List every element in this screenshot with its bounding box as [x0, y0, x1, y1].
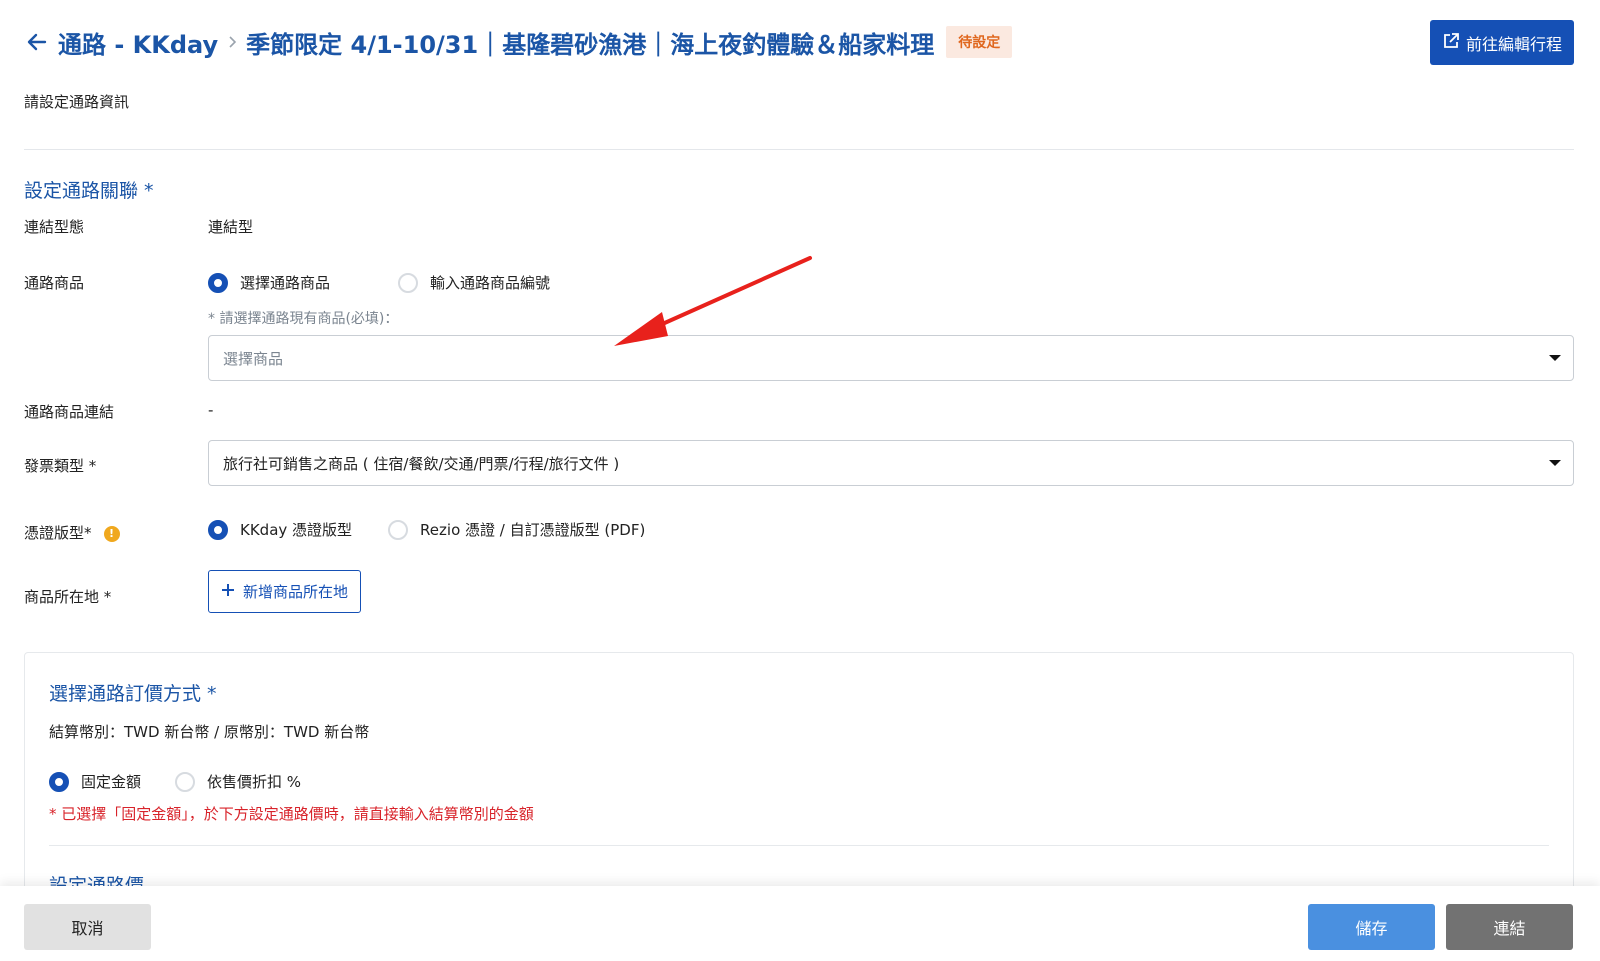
add-location-label: 新增商品所在地 [243, 583, 349, 601]
invoice-type-label: 發票類型 * [24, 457, 97, 475]
channel-product-label: 通路商品 [24, 274, 85, 292]
radio-discount-percent[interactable]: 依售價折扣 % [175, 771, 301, 792]
cancel-button[interactable]: 取消 [24, 904, 151, 950]
radio-select-channel-product[interactable]: 選擇通路商品 [208, 272, 330, 293]
info-icon[interactable]: ! [103, 525, 120, 542]
select-product-hint: * 請選擇通路現有商品(必填)： [208, 311, 399, 327]
save-button[interactable]: 儲存 [1308, 904, 1435, 950]
radio-label: 選擇通路商品 [240, 274, 331, 292]
caret-down-icon [1549, 460, 1561, 466]
breadcrumb-parent[interactable]: 通路 - KKday [58, 25, 218, 60]
chevron-right-icon [228, 35, 238, 49]
currency-line: 結算幣別：TWD 新台幣 / 原幣別：TWD 新台幣 [49, 723, 370, 741]
radio-dot-selected [208, 272, 228, 293]
channel-product-radio-group: 選擇通路商品 輸入通路商品編號 [208, 272, 550, 293]
caret-down-icon [1549, 355, 1561, 361]
invoice-type-select[interactable]: 旅行社可銷售之商品 ( 住宿/餐飲/交通/門票/行程/旅行文件 ) [208, 440, 1574, 486]
link-type-label: 連結型態 [24, 218, 85, 236]
status-badge: 待設定 [946, 26, 1013, 58]
radio-dot [175, 771, 196, 792]
radio-label: 依售價折扣 % [207, 773, 302, 791]
radio-kkday-voucher[interactable]: KKday 憑證版型 [208, 519, 352, 540]
link-type-value: 連結型 [208, 218, 254, 236]
product-select-placeholder: 選擇商品 [223, 349, 284, 368]
radio-dot-selected [49, 771, 69, 792]
product-link-value: - [208, 401, 214, 419]
product-location-label: 商品所在地 * [24, 588, 112, 606]
radio-label: KKday 憑證版型 [240, 521, 353, 539]
arrow-left-icon[interactable] [24, 29, 50, 55]
page-header: 通路 - KKday 季節限定 4/1-10/31｜基隆碧砂漁港｜海上夜釣體驗＆… [24, 18, 1574, 66]
pricing-radio-group: 固定金額 依售價折扣 % [49, 771, 301, 792]
voucher-type-label-row: 憑證版型*! [24, 522, 120, 543]
edit-itinerary-label: 前往編輯行程 [1465, 34, 1562, 54]
voucher-type-radio-group: KKday 憑證版型 Rezio 憑證 / 自訂憑證版型 (PDF) [208, 519, 645, 540]
radio-rezio-voucher[interactable]: Rezio 憑證 / 自訂憑證版型 (PDF) [388, 519, 645, 540]
voucher-type-label: 憑證版型* [24, 524, 92, 542]
radio-label: Rezio 憑證 / 自訂憑證版型 (PDF) [420, 521, 646, 539]
footer-bar: 取消 儲存 連結 [0, 886, 1600, 961]
connect-button[interactable]: 連結 [1446, 904, 1573, 950]
external-link-icon [1442, 32, 1460, 54]
radio-label: 輸入通路商品編號 [430, 274, 551, 292]
pricing-card: 選擇通路訂價方式 * 結算幣別：TWD 新台幣 / 原幣別：TWD 新台幣 固定… [24, 652, 1574, 912]
plus-icon [221, 583, 235, 601]
product-link-label: 通路商品連結 [24, 403, 115, 421]
invoice-type-value: 旅行社可銷售之商品 ( 住宿/餐飲/交通/門票/行程/旅行文件 ) [223, 454, 620, 473]
pricing-section-title: 選擇通路訂價方式 * [49, 683, 217, 705]
page-title: 季節限定 4/1-10/31｜基隆碧砂漁港｜海上夜釣體驗＆船家料理 [246, 30, 935, 59]
radio-label: 固定金額 [81, 773, 142, 791]
product-select[interactable]: 選擇商品 [208, 335, 1574, 381]
page-description: 請設定通路資訊 [24, 93, 130, 111]
add-product-location-button[interactable]: 新增商品所在地 [208, 570, 362, 613]
radio-dot-selected [208, 519, 228, 540]
divider [49, 845, 1549, 846]
breadcrumb: 通路 - KKday 季節限定 4/1-10/31｜基隆碧砂漁港｜海上夜釣體驗＆… [58, 25, 934, 60]
radio-input-product-number[interactable]: 輸入通路商品編號 [398, 272, 550, 293]
radio-dot [388, 519, 409, 540]
radio-dot [398, 272, 419, 293]
channel-section-title: 設定通路關聯 * [24, 180, 154, 202]
pricing-warning: * 已選擇「固定金額」，於下方設定通路價時，請直接輸入結算幣別的金額 [49, 805, 534, 823]
divider [24, 149, 1574, 150]
edit-itinerary-button[interactable]: 前往編輯行程 [1429, 20, 1574, 65]
radio-fixed-amount[interactable]: 固定金額 [49, 771, 141, 792]
